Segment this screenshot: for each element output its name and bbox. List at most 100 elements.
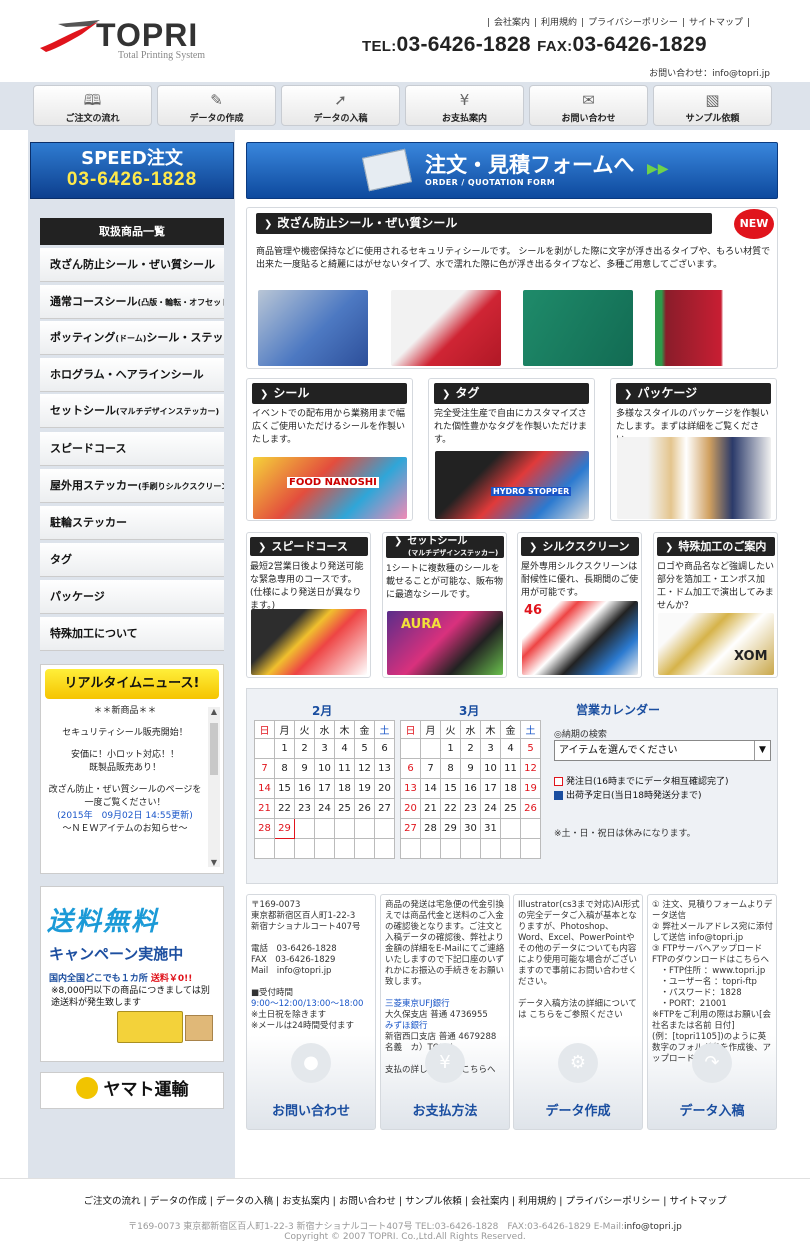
footer-link[interactable]: データの作成 <box>147 1196 210 1207</box>
card-desc: 1シートに複数種のシールを載せることが可能な、販布物に最適なシールです。 <box>386 564 504 600</box>
nav-data-upload[interactable]: ➚ データの入稿 <box>281 85 400 126</box>
news-scrollbar[interactable]: ▲ ▼ <box>208 707 220 867</box>
campaign-text: キャンペーン実施中 <box>49 945 184 963</box>
news-item[interactable]: ～ＮＥＷアイテムのお知らせ～ <box>45 823 205 836</box>
book-icon: 🕮 <box>83 91 102 109</box>
footer-link[interactable]: お問い合わせ <box>336 1196 399 1207</box>
scroll-down-icon[interactable]: ▼ <box>208 858 220 867</box>
sidebar-item-hologram[interactable]: ホログラム・ヘアラインシール <box>40 358 224 392</box>
speed-order-banner[interactable]: SPEED注文 03-6426-1828 <box>30 142 234 199</box>
calendar-day: 1 <box>274 738 295 759</box>
package-image <box>617 437 771 519</box>
calendar-day: 26 <box>354 798 375 819</box>
sidebar-item-normal-seal[interactable]: 通常コースシール(凸版・輪転・オフセット) <box>40 285 224 319</box>
ship-day-swatch <box>554 791 563 800</box>
card-desc: 屋外専用シルクスクリーンは耐候性に優れ、長期間のご使用が可能です。 <box>521 562 639 598</box>
calendar-day <box>354 838 375 859</box>
footer-link[interactable]: サイトマップ <box>666 1196 729 1207</box>
sidebar-item-outdoor[interactable]: 屋外用ステッカー(手刷りシルクスクリーン) <box>40 469 224 503</box>
footer-email[interactable]: info@topri.jp <box>624 1222 682 1232</box>
card-title: シール <box>252 383 407 404</box>
yamato-banner[interactable]: ヤマト運輸 <box>40 1072 224 1109</box>
scroll-thumb[interactable] <box>210 723 218 775</box>
info-box-payment[interactable]: 商品の発送は宅急便の代金引換えでは商品代金と送料のご入金の確認後となります。ご注… <box>380 894 510 1130</box>
product-card-speed[interactable]: スピードコース 最短2営業日後より発送可能な緊急専用のコースです。(仕様により発… <box>246 532 371 678</box>
news-item: ＊＊新商品＊＊ <box>93 706 157 716</box>
footer-link[interactable]: サンプル依頼 <box>402 1196 465 1207</box>
link-terms[interactable]: 利用規約 <box>537 18 581 28</box>
clipboard-icon <box>361 148 413 192</box>
sidebar-item-special[interactable]: 特殊加工について <box>40 617 224 651</box>
yen-coin-icon: ¥ <box>459 91 470 109</box>
tamper-seal-image-4 <box>655 290 765 366</box>
info-box-data-create[interactable]: Illustrator(cs3まで対応)AI形式の完全データご入稿が基本となりま… <box>513 894 643 1130</box>
product-card-special[interactable]: 特殊加工のご案内 ロゴや商品名など強調したい部分を箔加工・エンボス加工・ドム加工… <box>653 532 778 678</box>
image-caption: HYDRO STOPPER <box>491 487 572 496</box>
calendar-day: 16 <box>294 778 315 799</box>
sidebar-item-set-seal[interactable]: セットシール(マルチデザインステッカー) <box>40 394 224 428</box>
nav-payment[interactable]: ¥ お支払案内 <box>405 85 524 126</box>
product-card-seal[interactable]: シール イベントでの配布用から業務用まで幅広くご使用いただけるシールを作製いたし… <box>246 378 413 521</box>
order-form-banner[interactable]: 注文・見積フォームへ ORDER / QUOTATION FORM ▶▶ <box>246 142 778 199</box>
calendar-day: 11 <box>334 758 355 779</box>
calendar-day: 27 <box>374 798 395 819</box>
sidebar-item-tag[interactable]: タグ <box>40 543 224 577</box>
link-privacy[interactable]: プライバシーポリシー <box>584 18 682 28</box>
footer-link[interactable]: お支払案内 <box>279 1196 333 1207</box>
contact-email[interactable]: お問い合わせ：info@topri.jp <box>649 66 770 79</box>
link-sitemap[interactable]: サイトマップ <box>685 18 747 28</box>
speed-course-image <box>251 609 367 675</box>
nav-order-flow[interactable]: 🕮 ご注文の流れ <box>33 85 152 126</box>
calendar-day: 19 <box>520 778 541 799</box>
calendar-day: 1 <box>440 738 461 759</box>
free-shipping-caveat: ※8,000円以下の商品につきましては別途送料が発生致します <box>51 986 210 1008</box>
contact-button[interactable]: お問い合わせ <box>247 1100 375 1119</box>
footer-link[interactable]: ご注文の流れ <box>81 1196 144 1207</box>
data-create-button[interactable]: データ作成 <box>514 1100 642 1119</box>
sidebar-item-label: パッケージ <box>50 590 105 603</box>
footer-link[interactable]: プライバシーポリシー <box>562 1196 663 1207</box>
product-card-silkscreen[interactable]: シルクスクリーン 屋外専用シルクスクリーンは耐候性に優れ、長期間のご使用が可能で… <box>517 532 642 678</box>
product-card-tag[interactable]: タグ 完全受注生産で自由にカスタマイズされた個性豊かなタグを作製いただけます。 … <box>428 378 595 521</box>
item-select[interactable]: アイテムを選んでください ▼ <box>554 740 771 761</box>
info-box-contact[interactable]: 〒169-0073 東京都新宿区百人町1-22-3 新宿ナショナルコート407号… <box>246 894 376 1130</box>
double-chevron-icon: ▶▶ <box>647 161 669 177</box>
info-box-data-upload[interactable]: ① 注文、見積りフォームよりデータ送信 ② 弊社メールアドレス宛に添付して送信 … <box>647 894 777 1130</box>
special-process-image <box>658 613 774 675</box>
calendar-day <box>334 818 355 839</box>
logo[interactable]: TOPRI Total Printing System <box>38 14 228 64</box>
tag-image <box>435 451 589 519</box>
payment-button[interactable]: お支払方法 <box>381 1100 509 1119</box>
legend-ship-day: 出荷予定日(当日18時発送分まで) <box>554 788 701 801</box>
nav-contact[interactable]: ✉ お問い合わせ <box>529 85 648 126</box>
nav-sample[interactable]: ▧ サンプル依頼 <box>653 85 772 126</box>
calendar-day <box>314 818 335 839</box>
calendar-day: 6 <box>400 758 421 779</box>
sidebar-item-tamper-seal[interactable]: 改ざん防止シール・ぜい質シール <box>40 248 224 282</box>
scroll-up-icon[interactable]: ▲ <box>208 707 220 716</box>
news-item[interactable]: セキュリティシール販売開始！ <box>45 727 205 740</box>
data-upload-button[interactable]: データ入稿 <box>648 1100 776 1119</box>
calendar-day <box>374 818 395 839</box>
tel-number: 03-6426-1828 <box>396 33 531 56</box>
black-cat-icon <box>75 1077 98 1099</box>
link-company[interactable]: 会社案内 <box>490 18 534 28</box>
calendar-weekday: 木 <box>480 720 501 739</box>
bag-icon: ▧ <box>705 91 720 109</box>
product-card-package[interactable]: パッケージ 多様なスタイルのパッケージを作製いたします。まずは詳細をご覧ください… <box>610 378 777 521</box>
featured-panel[interactable]: 改ざん防止シール・ぜい質シール 商品管理や機密保持などに使用されるセキュリティシ… <box>246 207 778 369</box>
footer-link[interactable]: 利用規約 <box>515 1196 559 1207</box>
free-shipping-price: 送料￥0!! <box>150 974 193 984</box>
sidebar-item-package[interactable]: パッケージ <box>40 580 224 614</box>
product-card-set-seal[interactable]: セットシール (マルチデザインステッカー) 1シートに複数種のシールを載せることが… <box>382 532 507 678</box>
chevron-down-icon[interactable]: ▼ <box>754 741 770 760</box>
nav-data-create[interactable]: ✎ データの作成 <box>157 85 276 126</box>
sidebar-item-label: タグ <box>50 553 72 566</box>
free-shipping-banner[interactable]: 送料無料 キャンペーン実施中 国内全国どこでも１カ所 送料￥0!! ※8,000… <box>40 886 224 1062</box>
footer-link[interactable]: 会社案内 <box>468 1196 512 1207</box>
sidebar-item-speed[interactable]: スピードコース <box>40 432 224 466</box>
footer-link[interactable]: データの入稿 <box>213 1196 276 1207</box>
calendar-day: 28 <box>254 818 275 839</box>
sidebar-item-bicycle[interactable]: 駐輪ステッカー <box>40 506 224 540</box>
sidebar-item-potting[interactable]: ポッティング(ドーム)シール・ステッカー <box>40 321 224 355</box>
